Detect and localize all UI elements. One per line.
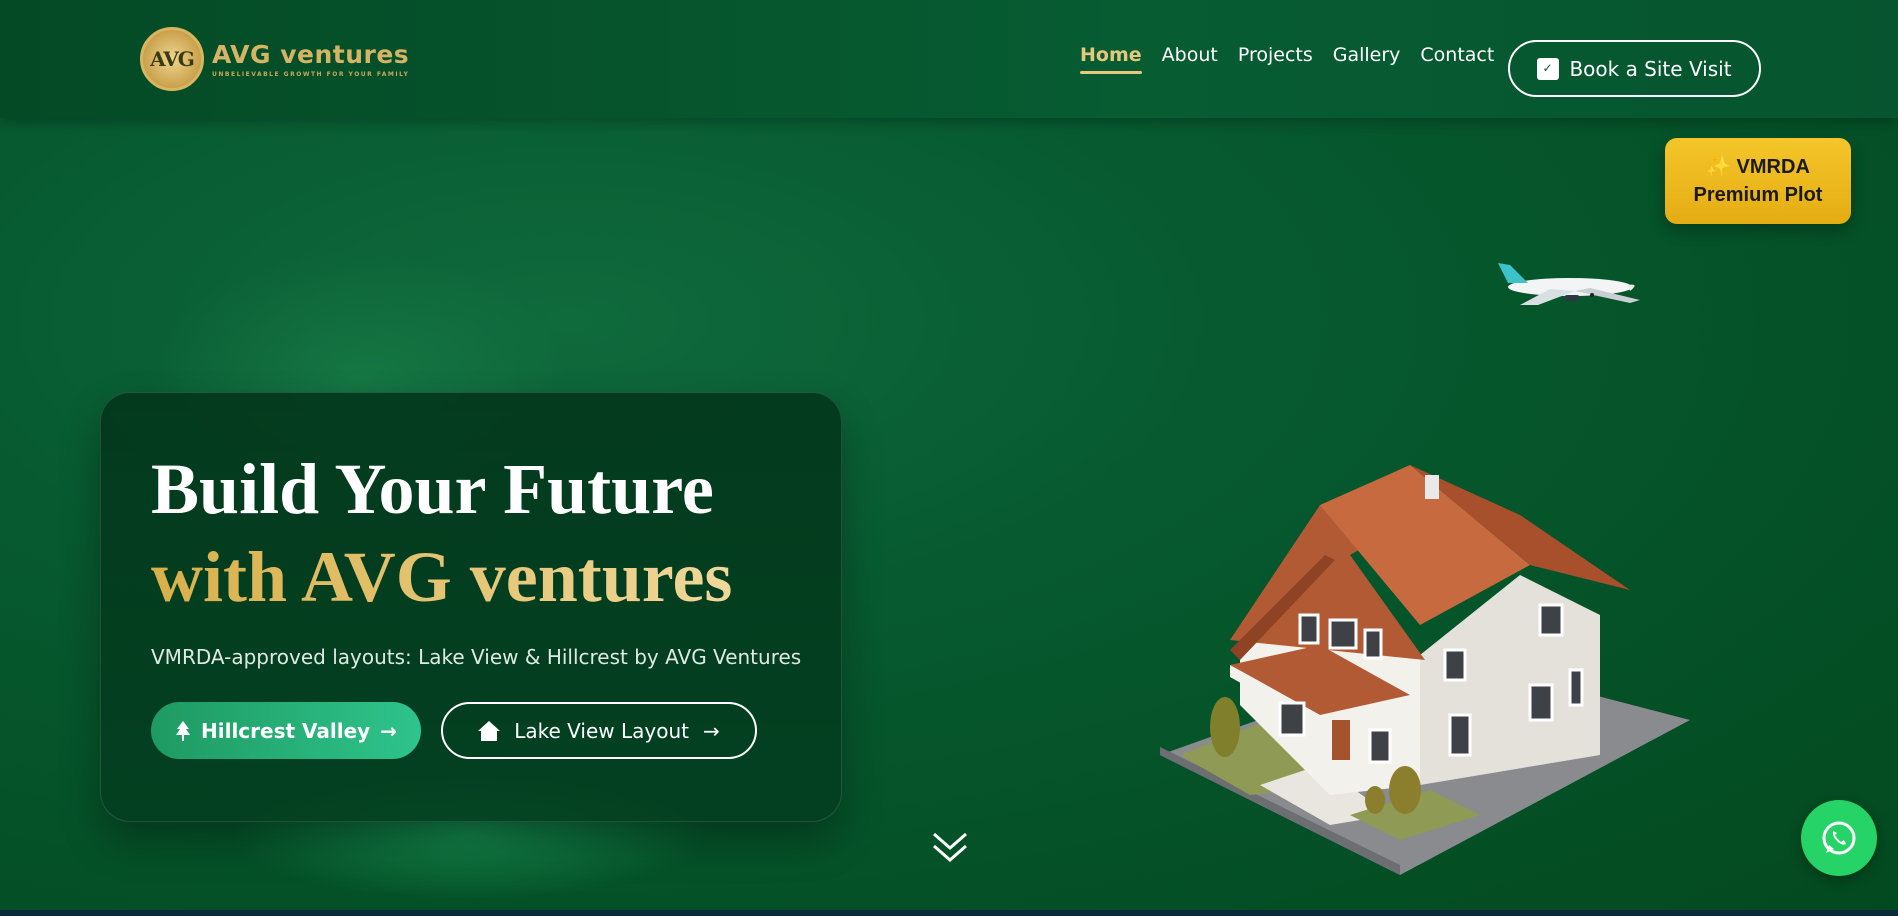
nav-projects[interactable]: Projects [1238,44,1313,74]
house-illustration [1160,465,1690,875]
nav-home[interactable]: Home [1080,44,1142,74]
home-icon [478,720,501,741]
hillcrest-valley-label: Hillcrest Valley [201,718,371,743]
hero-title-line-2: with AVG ventures [151,537,733,617]
whatsapp-chat-button[interactable] [1801,800,1877,876]
hero-card: Build Your Future with AVG ventures VMRD… [100,392,842,822]
vmrda-premium-badge: ✨ VMRDA Premium Plot [1665,138,1851,224]
nav-about[interactable]: About [1162,44,1218,74]
arrow-right-icon: → [702,718,720,743]
hero-subtitle: VMRDA-approved layouts: Lake View & Hill… [151,645,802,669]
tree-icon [175,720,191,741]
scroll-down-chevron-icon[interactable] [930,830,970,866]
logo-emblem-text: AVG [150,47,195,71]
main-nav: Home About Projects Gallery Contact [1080,44,1514,74]
badge-line-1: ✨ VMRDA [1706,156,1810,178]
whatsapp-icon [1822,821,1856,855]
book-site-visit-button[interactable]: Book a Site Visit [1508,40,1761,97]
logo-tagline: UNBELIEVABLE GROWTH FOR YOUR FAMILY [212,71,410,78]
hero-title-line-1: Build Your Future [151,449,714,529]
brand-logo[interactable]: AVG AVG ventures UNBELIEVABLE GROWTH FOR… [140,26,409,92]
arrow-right-icon: → [380,718,397,743]
site-header: AVG AVG ventures UNBELIEVABLE GROWTH FOR… [0,0,1898,118]
book-site-visit-label: Book a Site Visit [1569,56,1732,81]
nav-gallery[interactable]: Gallery [1333,44,1401,74]
badge-line-2: Premium Plot [1693,184,1823,206]
calendar-check-icon [1537,57,1560,80]
hillcrest-valley-button[interactable]: Hillcrest Valley → [151,702,421,759]
airplane-illustration [1498,263,1640,305]
logo-emblem: AVG [140,27,204,91]
logo-text: AVG ventures UNBELIEVABLE GROWTH FOR YOU… [212,40,409,78]
page-bottom-edge [0,910,1898,916]
lake-view-layout-label: Lake View Layout [514,718,689,743]
lake-view-layout-button[interactable]: Lake View Layout → [441,702,757,759]
logo-brand-name: AVG ventures [212,40,410,69]
nav-contact[interactable]: Contact [1420,44,1494,74]
